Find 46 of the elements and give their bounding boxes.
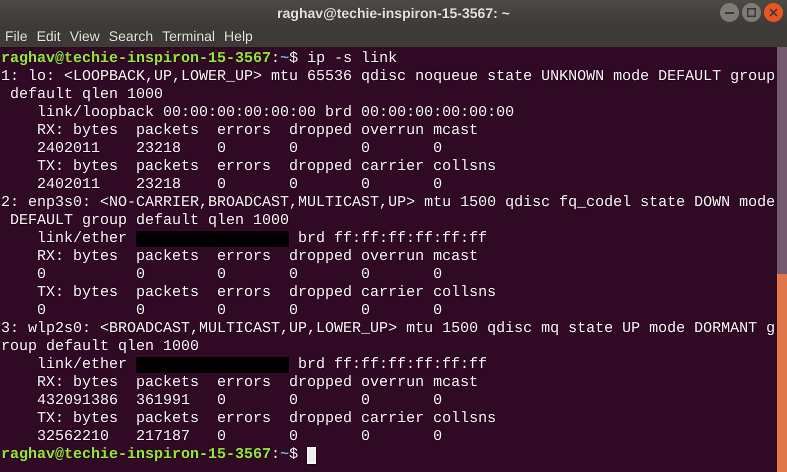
command-text: $ ip -s link — [289, 50, 398, 68]
menu-item[interactable]: Edit — [36, 26, 61, 47]
output-line: DEFAULT group default qlen 1000 — [9, 212, 290, 230]
output-line: TX: bytes packets errors dropped carrier collsns — [36, 410, 496, 428]
prompt-user-host: raghav@techie-inspiron-15-3567 — [1, 50, 272, 68]
output-line: brd ff:ff:ff:ff:ff:ff — [297, 356, 488, 374]
minimize-icon — [725, 12, 734, 14]
output-line: link/ether — [36, 230, 128, 248]
output-line: RX: bytes packets errors dropped overrun mcast — [36, 248, 478, 266]
maximize-button[interactable] — [742, 3, 761, 22]
prompt-path: ~ — [280, 50, 290, 68]
menu-item[interactable]: Terminal — [162, 26, 216, 47]
output-line: 3: wlp2s0: <BROADCAST,MULTICAST,UP,LOWER_UP> mtu 1500 qdisc mq state UP mode DORMANT g — [1, 320, 776, 338]
output-line: TX: bytes packets errors dropped carrier collsns — [36, 284, 496, 302]
prompt-separator: : — [271, 50, 280, 68]
output-line: TX: bytes packets errors dropped carrier collsns — [36, 158, 496, 176]
close-icon — [769, 8, 778, 17]
output-line: 0 0 0 0 0 0 — [36, 266, 442, 284]
output-line: 32562210 217187 0 0 0 0 — [36, 428, 442, 446]
menu-item[interactable]: View — [70, 26, 100, 47]
output-line: RX: bytes packets errors dropped overrun mcast — [36, 122, 478, 140]
output-line: 2: enp3s0: <NO-CARRIER,BROADCAST,MULTICAST,UP> mtu 1500 qdisc fq_codel state DOWN mode — [1, 194, 776, 212]
scrollbar[interactable] — [777, 47, 787, 472]
output-line: 1: lo: <LOOPBACK,UP,LOWER_UP> mtu 65536 qdisc noqueue state UNKNOWN mode DEFAULT group — [1, 68, 776, 86]
window-title: raghav@techie-inspiron-15-3567: ~ — [277, 4, 510, 23]
output-line: link/loopback 00:00:00:00:00:00 brd 00:00:00:00:00:00 — [36, 104, 514, 122]
output-line: 2402011 23218 0 0 0 0 — [36, 176, 442, 194]
prompt-separator: : — [271, 446, 280, 464]
minimize-button[interactable] — [720, 3, 739, 22]
menu-item[interactable]: Help — [224, 26, 253, 47]
output-line: brd ff:ff:ff:ff:ff:ff — [297, 230, 488, 248]
prompt-path: ~ — [280, 446, 290, 464]
maximize-icon — [747, 8, 756, 17]
output-line: link/ether — [36, 356, 128, 374]
output-line: RX: bytes packets errors dropped overrun mcast — [36, 374, 478, 392]
output-line: 2402011 23218 0 0 0 0 — [36, 140, 442, 158]
output-line: default qlen 1000 — [9, 86, 164, 104]
menu-item[interactable]: File — [5, 26, 28, 47]
command-text: $ — [289, 446, 300, 464]
output-line: roup default qlen 1000 — [1, 338, 200, 356]
prompt-user-host: raghav@techie-inspiron-15-3567 — [1, 446, 272, 464]
output-line: 432091386 361991 0 0 0 0 — [36, 392, 442, 410]
close-button[interactable] — [764, 3, 783, 22]
menu-item[interactable]: Search — [108, 26, 154, 47]
scrollbar-thumb[interactable] — [777, 274, 787, 472]
output-line: 0 0 0 0 0 0 — [36, 302, 442, 320]
